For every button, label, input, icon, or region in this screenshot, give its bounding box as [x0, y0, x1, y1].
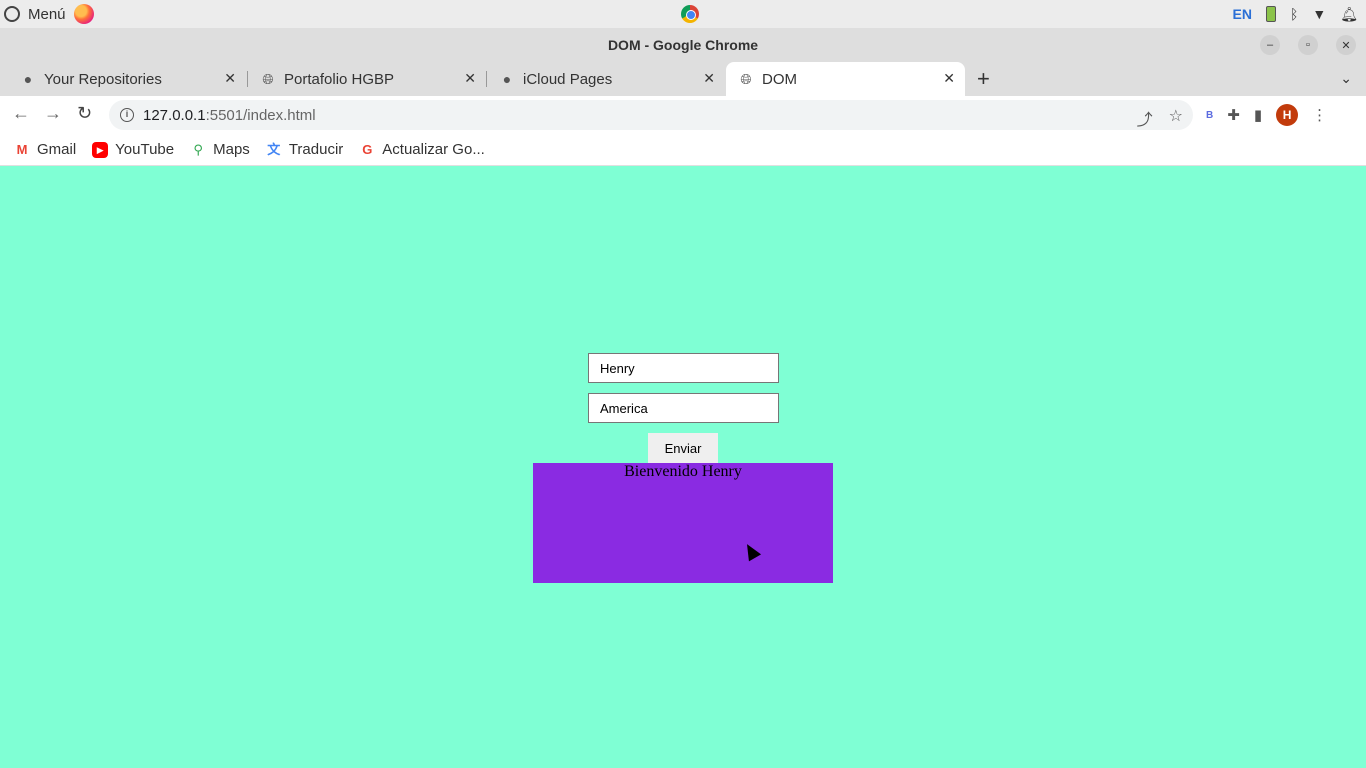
share-icon[interactable]: ⤴ [1137, 106, 1153, 130]
wifi-icon[interactable]: ▼ [1312, 6, 1326, 22]
greeting-text: Bienvenido Henry [624, 463, 742, 480]
side-panel-icon[interactable]: ▮ [1254, 106, 1262, 124]
google-icon: G [362, 141, 373, 157]
os-top-panel: Menú EN ᛒ ▼ 🔔︎ [0, 0, 1366, 28]
profile-avatar[interactable]: H [1276, 104, 1299, 126]
url-host: 127.0.0.1 [143, 106, 206, 124]
globe-icon: 🌐︎ [740, 71, 752, 87]
bluetooth-icon[interactable]: ᛒ [1290, 6, 1298, 22]
country-input[interactable] [588, 393, 779, 423]
new-tab-button[interactable]: + [977, 66, 990, 92]
window-controls: – ▫ ✕ [1260, 28, 1356, 62]
bookmark-label: Actualizar Go... [382, 141, 485, 158]
firefox-icon[interactable] [73, 4, 94, 24]
name-input[interactable] [588, 353, 779, 383]
maps-icon: ⚲ [193, 141, 203, 157]
window-title: DOM - Google Chrome [607, 37, 759, 53]
bookmark-traducir[interactable]: 文 Traducir [266, 141, 343, 158]
forward-button[interactable]: → [44, 103, 62, 124]
bookmark-label: YouTube [115, 141, 175, 158]
translate-icon: 文 [267, 141, 281, 157]
close-window-button[interactable]: ✕ [1336, 35, 1356, 55]
chrome-icon [681, 5, 699, 23]
tab-close-icon[interactable]: ✕ [464, 70, 476, 87]
chrome-menu-icon[interactable]: ⋮ [1312, 106, 1327, 124]
page-viewport: Enviar Bienvenido Henry [0, 167, 1366, 768]
youtube-icon: ▶ [92, 141, 109, 158]
bookmark-gmail[interactable]: M Gmail [14, 141, 77, 158]
browser-toolbar: ← → ↻ i 127.0.0.1:5501/index.html ⤴ ☆ B … [0, 96, 1366, 134]
os-tray: EN ᛒ ▼ 🔔︎ [1233, 0, 1358, 28]
bookmark-actualizar[interactable]: G Actualizar Go... [359, 141, 485, 158]
tab-label: iCloud Pages [523, 70, 613, 88]
github-icon: ● [23, 71, 33, 87]
enviar-button[interactable]: Enviar [648, 433, 718, 463]
bookmark-maps[interactable]: ⚲ Maps [190, 141, 250, 158]
bookmark-label: Traducir [288, 141, 344, 158]
back-button[interactable]: ← [12, 103, 30, 124]
reload-button[interactable]: ↻ [77, 103, 92, 124]
bookmark-star-icon[interactable]: ☆ [1169, 106, 1183, 130]
address-bar[interactable]: i 127.0.0.1:5501/index.html ⤴ ☆ [109, 100, 1193, 130]
battery-icon[interactable] [1265, 6, 1276, 22]
tab-label: Portafolio HGBP [284, 70, 395, 88]
gmail-icon: M [16, 141, 28, 157]
bookmark-label: Gmail [37, 141, 77, 158]
globe-icon: 🌐︎ [262, 71, 274, 87]
omnibox-actions: ⤴ ☆ [1137, 106, 1183, 130]
maximize-button[interactable]: ▫ [1298, 35, 1318, 55]
os-menu-label: Menú [28, 5, 66, 23]
bookmark-label: Maps [213, 141, 250, 158]
tab-close-icon[interactable]: ✕ [224, 70, 236, 87]
url-path: :5501/index.html [205, 106, 316, 124]
apple-icon: ● [502, 71, 512, 87]
keyboard-layout-indicator[interactable]: EN [1233, 6, 1252, 22]
bookmarks-bar: M Gmail ▶ YouTube ⚲ Maps 文 Traducir G Ac… [0, 134, 1366, 166]
tab-close-icon[interactable]: ✕ [703, 70, 715, 87]
site-info-icon[interactable]: i [120, 108, 134, 122]
os-menu-button[interactable]: Menú [4, 4, 94, 24]
tab-label: DOM [762, 70, 797, 88]
tab-portafolio-hgbp[interactable]: 🌐︎ Portafolio HGBP ✕ [240, 62, 486, 96]
tab-your-repositories[interactable]: ● Your Repositories ✕ [0, 62, 246, 96]
notification-bell-icon[interactable]: 🔔︎ [1340, 6, 1358, 23]
ubuntu-logo-icon [4, 6, 20, 22]
minimize-button[interactable]: – [1260, 35, 1280, 55]
tab-dom[interactable]: 🌐︎ DOM ✕ [726, 62, 965, 96]
bookmark-youtube[interactable]: ▶ YouTube [92, 141, 174, 158]
extension-b-icon[interactable]: B [1206, 110, 1213, 121]
tab-icloud-pages[interactable]: ● iCloud Pages ✕ [479, 62, 725, 96]
greeting-box: Bienvenido Henry [533, 463, 833, 583]
toolbar-right: B ✚ ▮ H ⋮ [1206, 104, 1327, 126]
tab-strip: ● Your Repositories ✕ 🌐︎ Portafolio HGBP… [0, 62, 1366, 96]
tab-label: Your Repositories [44, 70, 162, 88]
window-titlebar: DOM - Google Chrome – ▫ ✕ [0, 28, 1366, 62]
tab-search-chevron-icon[interactable]: ⌄ [1340, 70, 1352, 87]
extensions-puzzle-icon[interactable]: ✚ [1227, 106, 1240, 124]
tab-close-icon[interactable]: ✕ [943, 70, 955, 87]
